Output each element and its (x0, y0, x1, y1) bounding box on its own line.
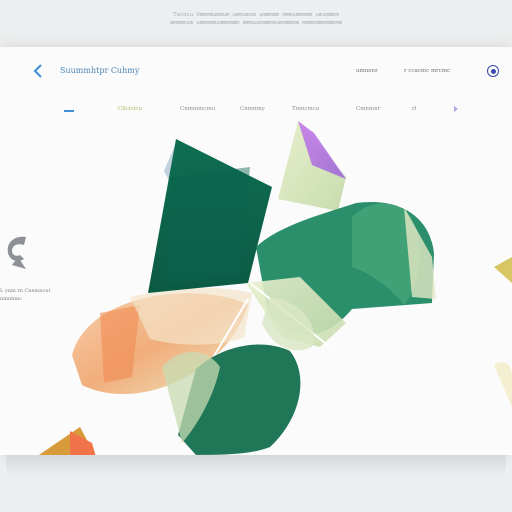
top-caption: Tucocu Ummmmummum ummumum ummmmm mmmummm… (0, 11, 512, 27)
tab-2[interactable]: Cnmmmcmu (180, 106, 215, 112)
nav-indicator (64, 110, 74, 112)
tab-6[interactable]: rl (412, 106, 416, 112)
header-link-b[interactable]: r ccacmc mrcmc (404, 68, 450, 74)
side-caption: L ynm rn Cnemncnt nmnnmc (0, 287, 70, 303)
tab-3[interactable]: Cnmnmy (240, 106, 265, 112)
side-caption-line-1: L ynm rn Cnemncnt (0, 288, 51, 294)
abstract-c-icon (7, 236, 26, 269)
back-button[interactable] (30, 63, 46, 79)
tab-4[interactable]: Tmncmcu (292, 106, 319, 112)
caption-line-1: Tucocu Ummmmummum ummumum ummmmm mmmummm… (173, 12, 339, 18)
chevron-left-icon (33, 64, 42, 78)
side-caption-line-2: nmnnmc (0, 296, 22, 302)
tab-5[interactable]: Cmnmnr (356, 106, 380, 112)
app-window: Suummhtpr Cuhmy umnenr r ccacmc mrcmc Cl… (0, 47, 512, 455)
shape-right-yellow (494, 257, 512, 283)
shape-dark-overlay (166, 167, 250, 283)
caption-line-2: ammmmum ummmmmummmmmm mmmuummmmmummmmmm … (169, 20, 343, 26)
app-title: Suummhtpr Cuhmy (60, 66, 140, 75)
avatar-dot (490, 68, 496, 74)
shape-right-cream (494, 362, 512, 407)
tab-1[interactable]: Cllcicicu (118, 106, 142, 112)
window-shadow (6, 455, 506, 477)
user-avatar-icon[interactable] (487, 65, 499, 77)
header-link-a[interactable]: umnenr (356, 68, 378, 74)
chevron-right-icon[interactable] (452, 105, 460, 113)
